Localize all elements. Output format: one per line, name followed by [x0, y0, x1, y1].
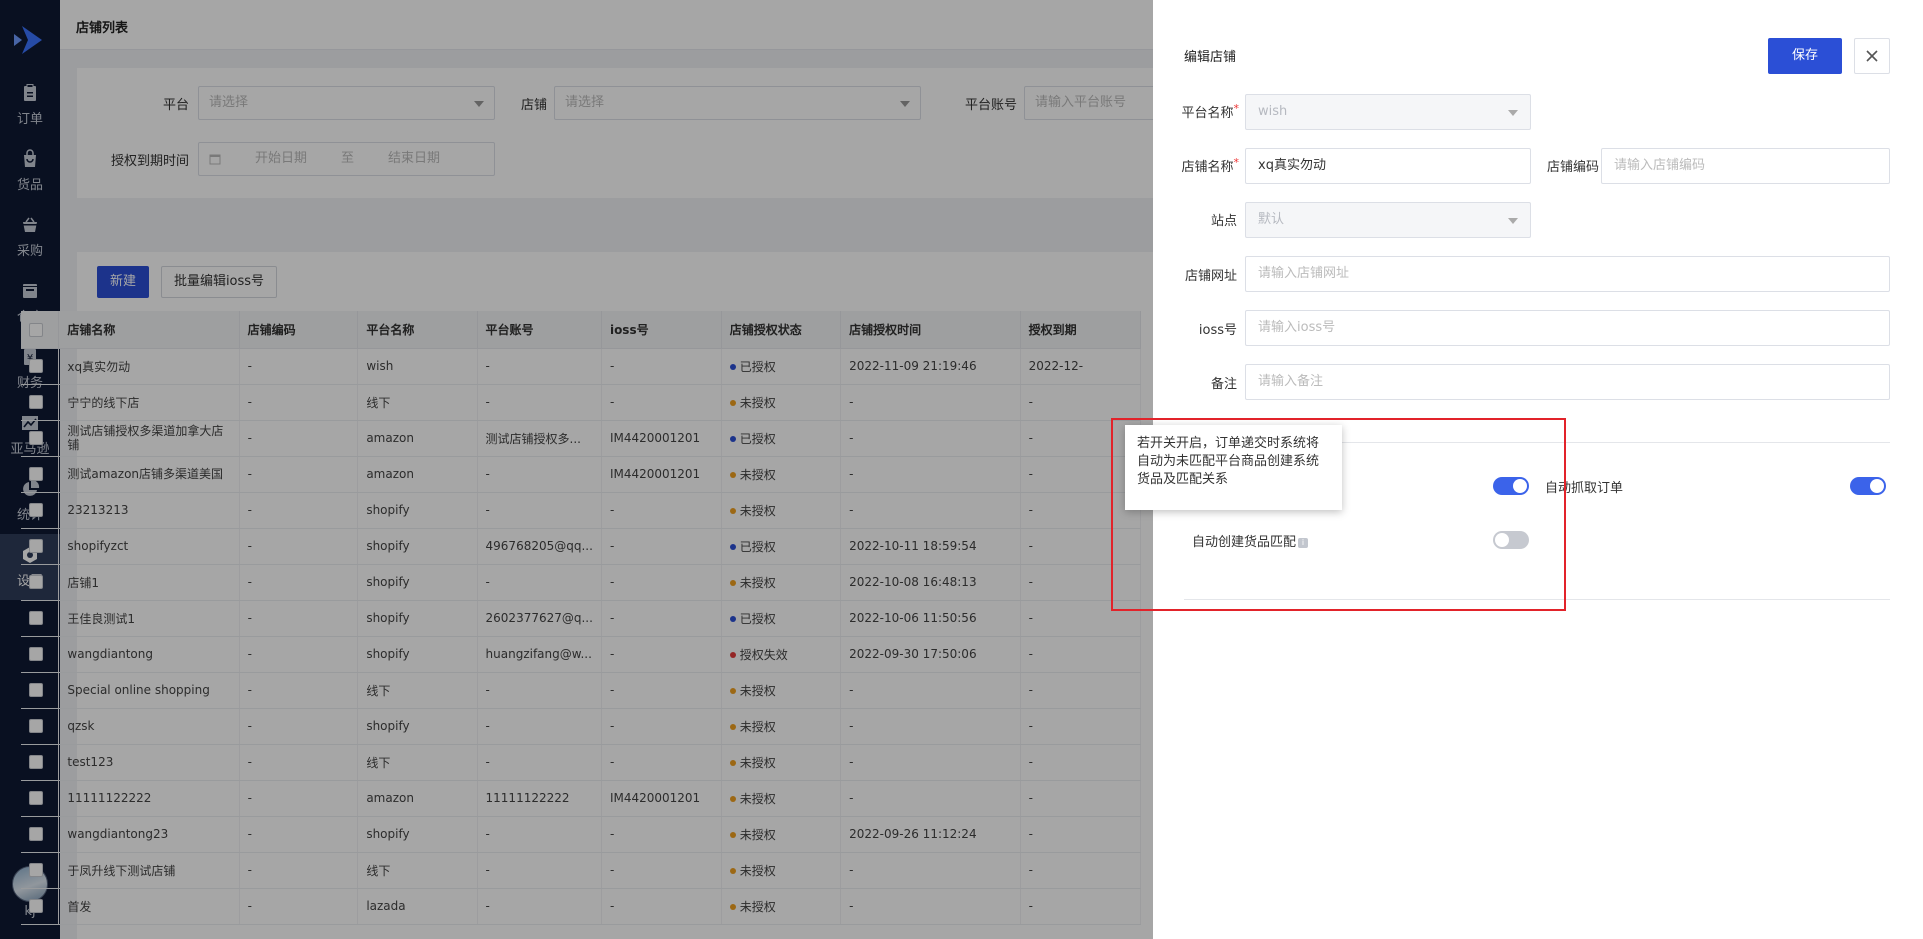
toggle-knob [1870, 479, 1884, 493]
platform-name-label-text: 平台名称 [1181, 106, 1234, 121]
ioss-input[interactable]: 请输入ioss号 [1245, 310, 1890, 346]
drawer-title: 编辑店铺 [1184, 50, 1237, 65]
shop-name-label: 店铺名称* [1153, 156, 1239, 175]
shop-code-label: 店铺编码 [1546, 160, 1599, 175]
shop-name-label-text: 店铺名称 [1181, 160, 1234, 175]
note-input[interactable]: 请输入备注 [1245, 364, 1890, 400]
chevron-down-icon [1508, 110, 1518, 116]
site-select: 默认 [1245, 202, 1531, 238]
modal-overlay[interactable] [0, 0, 1153, 939]
save-button[interactable]: 保存 [1768, 38, 1842, 74]
shop-name-value: xq真实勿动 [1258, 158, 1326, 173]
close-button[interactable] [1854, 38, 1890, 74]
platform-name-value: wish [1258, 104, 1288, 119]
chevron-down-icon [1508, 218, 1518, 224]
platform-name-select: wish [1245, 94, 1531, 130]
shop-url-placeholder: 请输入店铺网址 [1258, 266, 1350, 281]
highlight-box [1111, 418, 1566, 611]
platform-name-label: 平台名称* [1153, 102, 1239, 121]
required-mark: * [1233, 156, 1240, 169]
required-mark: * [1233, 102, 1240, 115]
ioss-label: ioss号 [1198, 323, 1237, 338]
shop-code-placeholder: 请输入店铺编码 [1614, 158, 1706, 173]
auto-fetch-orders-toggle[interactable] [1850, 477, 1886, 495]
site-value: 默认 [1258, 212, 1285, 227]
note-label: 备注 [1210, 377, 1237, 392]
site-label: 站点 [1210, 214, 1237, 229]
close-icon [1866, 50, 1878, 62]
note-placeholder: 请输入备注 [1258, 374, 1324, 389]
shop-url-label: 店铺网址 [1184, 269, 1237, 284]
shop-code-input[interactable]: 请输入店铺编码 [1601, 148, 1890, 184]
ioss-placeholder: 请输入ioss号 [1258, 320, 1336, 335]
shop-name-input[interactable]: xq真实勿动 [1245, 148, 1531, 184]
shop-url-input[interactable]: 请输入店铺网址 [1245, 256, 1890, 292]
